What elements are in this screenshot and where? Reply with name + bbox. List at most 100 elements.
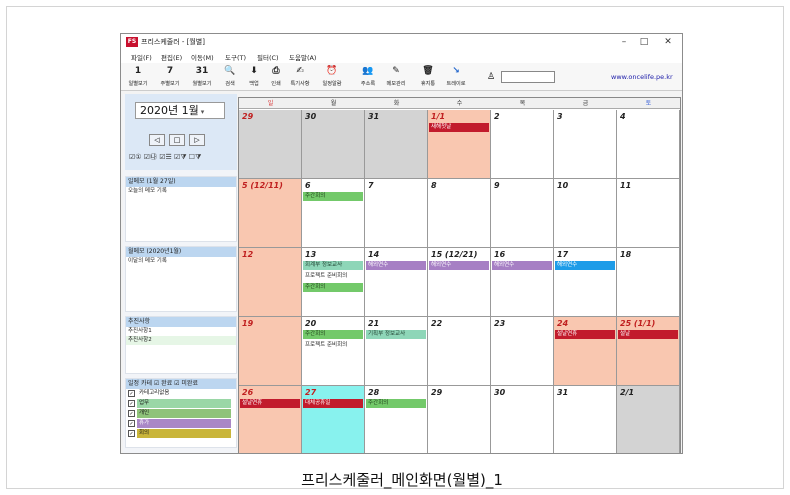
day-cell[interactable]: 5 (12/11) bbox=[239, 179, 302, 248]
day-cell[interactable]: 16 해외연수 bbox=[491, 248, 554, 317]
minimize-button[interactable]: – bbox=[615, 36, 633, 48]
day-cell[interactable]: 17 해외연수 bbox=[554, 248, 617, 317]
menu-file[interactable]: 파일(F) bbox=[131, 52, 152, 62]
event-bar[interactable]: 새해첫날 bbox=[429, 123, 489, 132]
day-cell[interactable]: 29 bbox=[239, 110, 302, 179]
day-cell[interactable]: 23 bbox=[491, 317, 554, 386]
toolbar-label: 일정알람 bbox=[322, 81, 342, 87]
day-cell[interactable]: 8 bbox=[428, 179, 491, 248]
day-cell[interactable]: 25 (1/1) 설날 bbox=[617, 317, 680, 386]
day-cell[interactable]: 15 (12/21) 해외연수 bbox=[428, 248, 491, 317]
day-cell[interactable]: 9 bbox=[491, 179, 554, 248]
category-row[interactable]: ✓ 휴가 bbox=[126, 419, 236, 429]
day-cell[interactable]: 13 회계부 정보교사 프로젝트 준비회의 주간회의 bbox=[302, 248, 365, 317]
day-number: 26 bbox=[242, 388, 254, 397]
day-cell[interactable]: 7 bbox=[365, 179, 428, 248]
weekly-view-button[interactable]: 7 주별보기 bbox=[159, 65, 181, 90]
todo-item[interactable]: 추진사항2 bbox=[126, 336, 236, 345]
day-cell[interactable]: 2/1 bbox=[617, 386, 680, 453]
day-cell[interactable]: 28 주간회의 bbox=[365, 386, 428, 453]
close-button[interactable]: ✕ bbox=[659, 36, 677, 48]
day-cell[interactable]: 2 bbox=[491, 110, 554, 179]
day-cell[interactable]: 19 bbox=[239, 317, 302, 386]
day-cell[interactable]: 4 bbox=[617, 110, 680, 179]
website-link[interactable]: www.oncelife.pe.kr bbox=[611, 73, 673, 81]
day-cell[interactable]: 12 bbox=[239, 248, 302, 317]
monthly-view-button[interactable]: 31 월별보기 bbox=[191, 65, 213, 90]
menu-tools[interactable]: 도구(T) bbox=[225, 52, 246, 62]
day-cell[interactable]: 27 대체공휴일 bbox=[302, 386, 365, 453]
checkbox-checked-icon[interactable]: ✓ bbox=[128, 410, 135, 417]
memo-manager-button[interactable]: ✎ 메모관리 bbox=[385, 65, 407, 90]
day-cell[interactable]: 21 기획부 정보교사 bbox=[365, 317, 428, 386]
checkbox-checked-icon[interactable]: ✓ bbox=[128, 400, 135, 407]
event-bar[interactable]: 해외연수 bbox=[366, 261, 426, 270]
day-cell[interactable]: 31 bbox=[554, 386, 617, 453]
event-bar[interactable]: 프로젝트 준비회의 bbox=[303, 341, 363, 350]
category-row[interactable]: ✓ 업무 bbox=[126, 399, 236, 409]
monthly-memo-line[interactable]: 이달의 메모 기록 bbox=[126, 257, 236, 266]
event-bar[interactable]: 주간회의 bbox=[303, 192, 363, 201]
day-cell[interactable]: 10 bbox=[554, 179, 617, 248]
quick-search-input[interactable] bbox=[501, 71, 555, 83]
event-bar[interactable]: 설날연휴 bbox=[240, 399, 300, 408]
day-cell[interactable]: 24 설날연휴 bbox=[554, 317, 617, 386]
trash-button[interactable]: 🗑 휴지통 bbox=[417, 65, 439, 90]
event-bar[interactable]: 대체공휴일 bbox=[303, 399, 363, 408]
day-cell[interactable]: 31 bbox=[365, 110, 428, 179]
sidebar: 2020년 1월 ▾ ◁ □ ▷ ☑① ☑㉯ ☑☰ ☑⧩ ☐⧩ 일메모 (1월 27일… bbox=[123, 94, 237, 453]
todo-item[interactable]: 추진사항1 bbox=[126, 327, 236, 336]
category-row[interactable]: ✓ 회의 bbox=[126, 429, 236, 439]
event-bar[interactable]: 해외연수 bbox=[429, 261, 489, 270]
day-number: 1/1 bbox=[431, 112, 446, 121]
day-cell[interactable]: 3 bbox=[554, 110, 617, 179]
year-month-select[interactable]: 2020년 1월 ▾ bbox=[135, 102, 225, 119]
today-button[interactable]: □ bbox=[169, 134, 185, 146]
checkbox-checked-icon[interactable]: ✓ bbox=[128, 430, 135, 437]
checkbox-checked-icon[interactable]: ✓ bbox=[128, 420, 135, 427]
day-cell[interactable]: 30 bbox=[302, 110, 365, 179]
event-bar[interactable]: 해외연수 bbox=[492, 261, 552, 270]
event-bar[interactable]: 주간회의 bbox=[303, 330, 363, 339]
maximize-button[interactable]: □ bbox=[635, 36, 653, 48]
event-bar[interactable]: 설날 bbox=[618, 330, 678, 339]
day-cell[interactable]: 29 bbox=[428, 386, 491, 453]
day-number: 7 bbox=[368, 181, 374, 190]
event-bar[interactable]: 설날연휴 bbox=[555, 330, 615, 339]
next-month-button[interactable]: ▷ bbox=[189, 134, 205, 146]
weekday-label: 화 bbox=[393, 100, 400, 107]
menu-edit[interactable]: 편집(E) bbox=[161, 52, 182, 62]
category-row[interactable]: ✓ 카테고리없음 bbox=[126, 389, 236, 399]
event-bar[interactable]: 프로젝트 준비회의 bbox=[303, 272, 363, 281]
event-bar[interactable]: 회계부 정보교사 bbox=[303, 261, 363, 270]
address-book-button[interactable]: 👥 주소록 bbox=[357, 65, 379, 90]
menu-help[interactable]: 도움말(A) bbox=[289, 52, 316, 62]
prev-month-button[interactable]: ◁ bbox=[149, 134, 165, 146]
day-cell[interactable]: 30 bbox=[491, 386, 554, 453]
event-bar[interactable]: 주간회의 bbox=[303, 283, 363, 292]
daily-memo-line[interactable]: 오늘의 메모 기록 bbox=[126, 187, 236, 196]
day-cell[interactable]: 6 주간회의 bbox=[302, 179, 365, 248]
menu-filter[interactable]: 필터(C) bbox=[257, 52, 279, 62]
menu-move[interactable]: 이동(M) bbox=[191, 52, 214, 62]
category-label: 휴가 bbox=[137, 419, 231, 428]
alarm-clock-icon: ⏰ bbox=[326, 66, 338, 76]
day-cell[interactable]: 1/1 새해첫날 bbox=[428, 110, 491, 179]
year-month-value: 2020년 1월 bbox=[140, 104, 199, 117]
tray-button[interactable]: ↘ 트레이로 bbox=[445, 65, 467, 90]
day-cell[interactable]: 18 bbox=[617, 248, 680, 317]
day-cell[interactable]: 22 bbox=[428, 317, 491, 386]
event-bar[interactable]: 주간회의 bbox=[366, 399, 426, 408]
checkbox-checked-icon[interactable]: ✓ bbox=[128, 390, 135, 397]
event-bar[interactable]: 해외연수 bbox=[555, 261, 615, 270]
daily-view-button[interactable]: 1 일별보기 bbox=[127, 65, 149, 90]
event-bar[interactable]: 기획부 정보교사 bbox=[366, 330, 426, 339]
day-cell[interactable]: 11 bbox=[617, 179, 680, 248]
alarm-button[interactable]: ⏰ 일정알람 bbox=[321, 65, 343, 90]
day-cell[interactable]: 14 해외연수 bbox=[365, 248, 428, 317]
category-row[interactable]: ✓ 개인 bbox=[126, 409, 236, 419]
notes-button[interactable]: ✍ 특기사항 bbox=[289, 65, 311, 90]
view-filters[interactable]: ☑① ☑㉯ ☑☰ ☑⧩ ☐⧩ bbox=[129, 152, 201, 162]
day-cell[interactable]: 26 설날연휴 bbox=[239, 386, 302, 453]
day-cell[interactable]: 20 주간회의 프로젝트 준비회의 bbox=[302, 317, 365, 386]
